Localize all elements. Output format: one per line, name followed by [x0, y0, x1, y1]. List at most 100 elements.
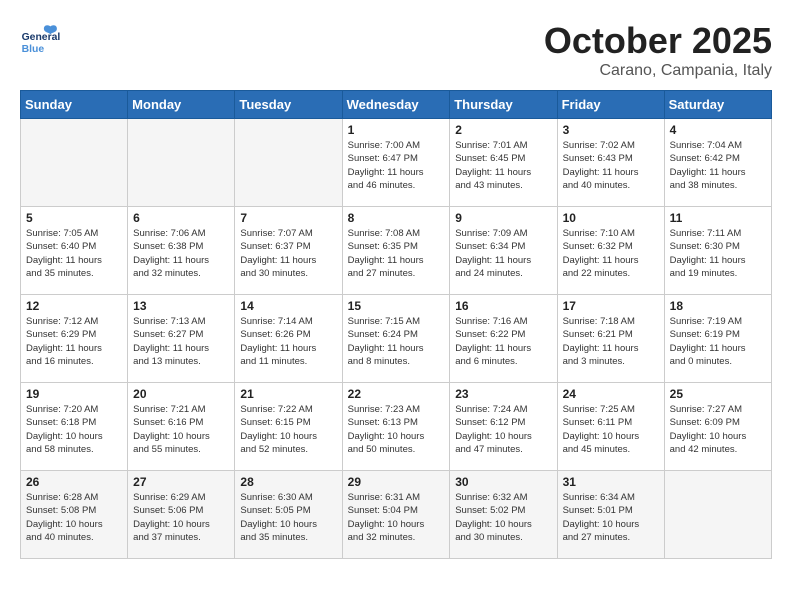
- page-header: General Blue October 2025 Carano, Campan…: [20, 20, 772, 80]
- day-number: 16: [455, 299, 551, 313]
- day-info: Sunrise: 7:27 AM Sunset: 6:09 PM Dayligh…: [670, 403, 766, 456]
- location-title: Carano, Campania, Italy: [544, 62, 772, 80]
- month-title: October 2025: [544, 20, 772, 62]
- day-info: Sunrise: 6:29 AM Sunset: 5:06 PM Dayligh…: [133, 491, 229, 544]
- day-info: Sunrise: 7:12 AM Sunset: 6:29 PM Dayligh…: [26, 315, 122, 368]
- day-info: Sunrise: 7:24 AM Sunset: 6:12 PM Dayligh…: [455, 403, 551, 456]
- day-number: 12: [26, 299, 122, 313]
- day-number: 24: [563, 387, 659, 401]
- day-info: Sunrise: 6:34 AM Sunset: 5:01 PM Dayligh…: [563, 491, 659, 544]
- calendar-cell: 6 Sunrise: 7:06 AM Sunset: 6:38 PM Daylig…: [128, 207, 235, 295]
- calendar-cell: [21, 119, 128, 207]
- weekday-header-thursday: Thursday: [450, 91, 557, 119]
- day-info: Sunrise: 7:05 AM Sunset: 6:40 PM Dayligh…: [26, 227, 122, 280]
- day-info: Sunrise: 7:16 AM Sunset: 6:22 PM Dayligh…: [455, 315, 551, 368]
- day-number: 10: [563, 211, 659, 225]
- day-number: 20: [133, 387, 229, 401]
- calendar-cell: 25Sunrise: 7:27 AM Sunset: 6:09 PM Dayli…: [664, 383, 771, 471]
- day-number: 29: [348, 475, 445, 489]
- svg-text:General: General: [22, 32, 60, 43]
- day-number: 7: [240, 211, 336, 225]
- day-number: 1: [348, 123, 445, 137]
- day-number: 6: [133, 211, 229, 225]
- calendar-cell: 19 Sunrise: 7:20 AM Sunset: 6:18 PM Dayli…: [21, 383, 128, 471]
- calendar-cell: 7 Sunrise: 7:07 AM Sunset: 6:37 PM Daylig…: [235, 207, 342, 295]
- calendar-cell: 5Sunrise: 7:05 AM Sunset: 6:40 PM Daylig…: [21, 207, 128, 295]
- day-info: Sunrise: 7:02 AM Sunset: 6:43 PM Dayligh…: [563, 139, 659, 192]
- calendar-week-5: 26 Sunrise: 6:28 AM Sunset: 5:08 PM Dayli…: [21, 471, 772, 559]
- day-number: 3: [563, 123, 659, 137]
- day-number: 22: [348, 387, 445, 401]
- calendar-cell: 16 Sunrise: 7:16 AM Sunset: 6:22 PM Dayli…: [450, 295, 557, 383]
- day-info: Sunrise: 7:08 AM Sunset: 6:35 PM Dayligh…: [348, 227, 445, 280]
- day-number: 21: [240, 387, 336, 401]
- calendar-cell: 8 Sunrise: 7:08 AM Sunset: 6:35 PM Daylig…: [342, 207, 450, 295]
- day-info: Sunrise: 7:00 AM Sunset: 6:47 PM Dayligh…: [348, 139, 445, 192]
- calendar-cell: 31 Sunrise: 6:34 AM Sunset: 5:01 PM Dayli…: [557, 471, 664, 559]
- day-number: 9: [455, 211, 551, 225]
- calendar-cell: 22Sunrise: 7:23 AM Sunset: 6:13 PM Dayli…: [342, 383, 450, 471]
- calendar-cell: 10 Sunrise: 7:10 AM Sunset: 6:32 PM Dayli…: [557, 207, 664, 295]
- day-number: 19: [26, 387, 122, 401]
- calendar-cell: 3 Sunrise: 7:02 AM Sunset: 6:43 PM Daylig…: [557, 119, 664, 207]
- day-info: Sunrise: 7:13 AM Sunset: 6:27 PM Dayligh…: [133, 315, 229, 368]
- day-number: 15: [348, 299, 445, 313]
- weekday-header-saturday: Saturday: [664, 91, 771, 119]
- day-number: 28: [240, 475, 336, 489]
- calendar-cell: [664, 471, 771, 559]
- day-info: Sunrise: 7:20 AM Sunset: 6:18 PM Dayligh…: [26, 403, 122, 456]
- day-number: 18: [670, 299, 766, 313]
- day-info: Sunrise: 7:25 AM Sunset: 6:11 PM Dayligh…: [563, 403, 659, 456]
- calendar-cell: [128, 119, 235, 207]
- title-section: October 2025 Carano, Campania, Italy: [544, 20, 772, 80]
- calendar-cell: 21Sunrise: 7:22 AM Sunset: 6:15 PM Dayli…: [235, 383, 342, 471]
- day-info: Sunrise: 7:01 AM Sunset: 6:45 PM Dayligh…: [455, 139, 551, 192]
- day-info: Sunrise: 7:07 AM Sunset: 6:37 PM Dayligh…: [240, 227, 336, 280]
- calendar-cell: 11Sunrise: 7:11 AM Sunset: 6:30 PM Dayli…: [664, 207, 771, 295]
- calendar-cell: 15 Sunrise: 7:15 AM Sunset: 6:24 PM Dayli…: [342, 295, 450, 383]
- calendar-cell: 24 Sunrise: 7:25 AM Sunset: 6:11 PM Dayli…: [557, 383, 664, 471]
- day-number: 30: [455, 475, 551, 489]
- day-number: 14: [240, 299, 336, 313]
- calendar-cell: 26 Sunrise: 6:28 AM Sunset: 5:08 PM Dayli…: [21, 471, 128, 559]
- day-number: 26: [26, 475, 122, 489]
- calendar-cell: 17 Sunrise: 7:18 AM Sunset: 6:21 PM Dayli…: [557, 295, 664, 383]
- day-number: 8: [348, 211, 445, 225]
- logo-icon: General Blue: [20, 20, 60, 60]
- weekday-header-wednesday: Wednesday: [342, 91, 450, 119]
- calendar-cell: 9Sunrise: 7:09 AM Sunset: 6:34 PM Daylig…: [450, 207, 557, 295]
- day-number: 23: [455, 387, 551, 401]
- calendar-cell: [235, 119, 342, 207]
- day-number: 4: [670, 123, 766, 137]
- day-info: Sunrise: 7:10 AM Sunset: 6:32 PM Dayligh…: [563, 227, 659, 280]
- svg-text:Blue: Blue: [22, 44, 45, 55]
- weekday-header-row: SundayMondayTuesdayWednesdayThursdayFrid…: [21, 91, 772, 119]
- logo: General Blue: [20, 20, 60, 60]
- day-info: Sunrise: 7:19 AM Sunset: 6:19 PM Dayligh…: [670, 315, 766, 368]
- day-info: Sunrise: 6:32 AM Sunset: 5:02 PM Dayligh…: [455, 491, 551, 544]
- day-info: Sunrise: 7:21 AM Sunset: 6:16 PM Dayligh…: [133, 403, 229, 456]
- calendar-cell: 27Sunrise: 6:29 AM Sunset: 5:06 PM Dayli…: [128, 471, 235, 559]
- day-info: Sunrise: 7:18 AM Sunset: 6:21 PM Dayligh…: [563, 315, 659, 368]
- calendar-cell: 30 Sunrise: 6:32 AM Sunset: 5:02 PM Dayli…: [450, 471, 557, 559]
- weekday-header-monday: Monday: [128, 91, 235, 119]
- day-number: 31: [563, 475, 659, 489]
- day-info: Sunrise: 6:28 AM Sunset: 5:08 PM Dayligh…: [26, 491, 122, 544]
- day-info: Sunrise: 6:30 AM Sunset: 5:05 PM Dayligh…: [240, 491, 336, 544]
- calendar-cell: 1 Sunrise: 7:00 AM Sunset: 6:47 PM Daylig…: [342, 119, 450, 207]
- calendar-cell: 20 Sunrise: 7:21 AM Sunset: 6:16 PM Dayli…: [128, 383, 235, 471]
- day-info: Sunrise: 7:11 AM Sunset: 6:30 PM Dayligh…: [670, 227, 766, 280]
- calendar-cell: 2Sunrise: 7:01 AM Sunset: 6:45 PM Daylig…: [450, 119, 557, 207]
- calendar-table: SundayMondayTuesdayWednesdayThursdayFrid…: [20, 90, 772, 559]
- calendar-cell: 14 Sunrise: 7:14 AM Sunset: 6:26 PM Dayli…: [235, 295, 342, 383]
- calendar-week-1: 1 Sunrise: 7:00 AM Sunset: 6:47 PM Daylig…: [21, 119, 772, 207]
- calendar-cell: 12 Sunrise: 7:12 AM Sunset: 6:29 PM Dayli…: [21, 295, 128, 383]
- calendar-week-4: 19 Sunrise: 7:20 AM Sunset: 6:18 PM Dayli…: [21, 383, 772, 471]
- calendar-cell: 28 Sunrise: 6:30 AM Sunset: 5:05 PM Dayli…: [235, 471, 342, 559]
- day-info: Sunrise: 7:15 AM Sunset: 6:24 PM Dayligh…: [348, 315, 445, 368]
- calendar-week-2: 5Sunrise: 7:05 AM Sunset: 6:40 PM Daylig…: [21, 207, 772, 295]
- day-info: Sunrise: 7:06 AM Sunset: 6:38 PM Dayligh…: [133, 227, 229, 280]
- weekday-header-sunday: Sunday: [21, 91, 128, 119]
- day-info: Sunrise: 7:14 AM Sunset: 6:26 PM Dayligh…: [240, 315, 336, 368]
- day-number: 17: [563, 299, 659, 313]
